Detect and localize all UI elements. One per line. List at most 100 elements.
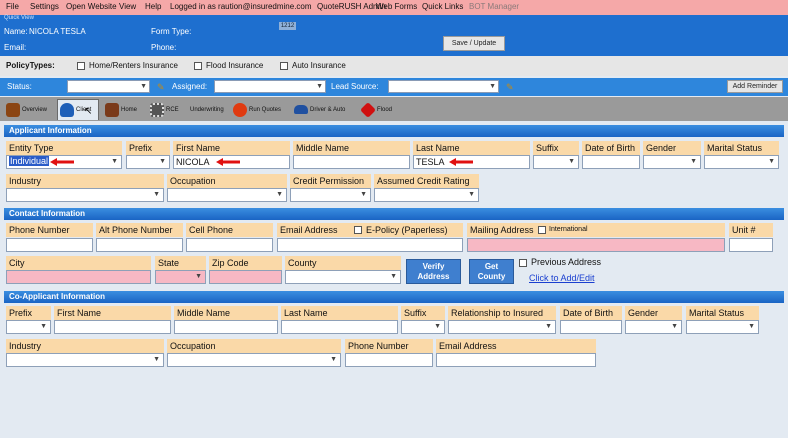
menu-file[interactable]: File: [6, 2, 19, 11]
co-gender-select[interactable]: ▼: [625, 320, 682, 334]
tab-flood[interactable]: Flood: [359, 99, 399, 120]
name-value: NICOLA TESLA: [29, 27, 86, 36]
email-address-label: Email Address: [280, 225, 338, 235]
menu-quick-links[interactable]: Quick Links: [422, 2, 463, 11]
tab-underwriting[interactable]: Underwriting: [188, 99, 228, 120]
city-input[interactable]: [6, 270, 151, 284]
mailing-address-input[interactable]: [467, 238, 725, 252]
co-middle-name-input[interactable]: [174, 320, 278, 334]
click-to-add-edit-link[interactable]: Click to Add/Edit: [529, 273, 595, 283]
tab-strip: Overview Client Home RCE Underwriting Ru…: [0, 97, 788, 121]
state-select[interactable]: ▼: [155, 270, 206, 284]
co-marital-status-select[interactable]: ▼: [686, 320, 759, 334]
co-prefix-select[interactable]: ▼: [6, 320, 51, 334]
home-icon: [105, 102, 119, 117]
co-phone-number-input[interactable]: [345, 353, 433, 367]
county-select[interactable]: ▼: [285, 270, 401, 284]
mailing-address-label: Mailing Address: [470, 225, 534, 235]
assigned-label: Assigned:: [172, 82, 208, 91]
prefix-select[interactable]: ▼: [126, 155, 170, 169]
home-renters-label: Home/Renters Insurance: [89, 61, 178, 70]
rce-icon: [150, 102, 164, 117]
form-type-label: Form Type:: [151, 27, 192, 36]
home-renters-checkbox[interactable]: [77, 62, 85, 70]
co-first-name-input[interactable]: [54, 320, 171, 334]
policy-types-label: PolicyTypes:: [6, 61, 55, 70]
verify-address-button[interactable]: Verify Address: [406, 259, 461, 284]
flood-label: Flood Insurance: [206, 61, 264, 70]
co-dob-input[interactable]: [560, 320, 622, 334]
tab-driver-auto[interactable]: Driver & Auto: [292, 99, 356, 120]
zip-code-input[interactable]: [209, 270, 282, 284]
cell-phone-label: Cell Phone: [186, 223, 273, 237]
cell-phone-input[interactable]: [186, 238, 273, 252]
save-update-button[interactable]: Save / Update: [443, 36, 505, 51]
menu-view[interactable]: View: [119, 2, 136, 11]
tab-overview[interactable]: Overview: [4, 99, 56, 120]
co-suffix-select[interactable]: ▼: [401, 320, 445, 334]
logged-in-text: Logged in as raution@insuredmine.com: [170, 2, 312, 11]
assumed-credit-rating-select[interactable]: ▼: [374, 188, 479, 202]
epolicy-checkbox[interactable]: [354, 226, 362, 234]
tab-run-quotes[interactable]: Run Quotes: [231, 99, 289, 120]
co-first-name-label: First Name: [54, 306, 171, 320]
previous-address-checkbox[interactable]: [519, 259, 527, 267]
suffix-select[interactable]: ▼: [533, 155, 579, 169]
lead-source-label: Lead Source:: [331, 82, 379, 91]
co-marital-status-label: Marital Status: [686, 306, 759, 320]
menu-open-website[interactable]: Open Website: [66, 2, 117, 11]
flood-checkbox[interactable]: [194, 62, 202, 70]
co-industry-label: Industry: [6, 339, 164, 353]
lead-source-select[interactable]: ▼: [388, 80, 499, 93]
menu-web-forms[interactable]: Web Forms: [376, 2, 417, 11]
tab-home[interactable]: Home: [103, 99, 145, 120]
menu-bot-manager: BOT Manager: [469, 2, 520, 11]
co-middle-name-label: Middle Name: [174, 306, 278, 320]
international-label: International: [549, 226, 588, 233]
menu-help[interactable]: Help: [145, 2, 161, 11]
co-email-address-label: Email Address: [436, 339, 596, 353]
co-prefix-label: Prefix: [6, 306, 51, 320]
add-reminder-button[interactable]: Add Reminder: [727, 80, 783, 93]
email-address-input[interactable]: [277, 238, 463, 252]
assigned-select[interactable]: ▼: [214, 80, 326, 93]
credit-permission-label: Credit Permission: [290, 174, 371, 188]
previous-address-label: Previous Address: [531, 257, 602, 267]
co-industry-select[interactable]: ▼: [6, 353, 164, 367]
auto-checkbox[interactable]: [280, 62, 288, 70]
middle-name-input[interactable]: [293, 155, 410, 169]
tab-client[interactable]: Client: [57, 99, 99, 120]
lead-source-edit-pencil-icon[interactable]: ✎: [506, 82, 514, 93]
co-last-name-input[interactable]: [281, 320, 398, 334]
last-name-label: Last Name: [413, 141, 530, 155]
get-county-button[interactable]: Get County: [469, 259, 514, 284]
tab-rce[interactable]: RCE: [148, 99, 186, 120]
quick-view-badge: 1212: [279, 22, 296, 30]
credit-permission-select[interactable]: ▼: [290, 188, 371, 202]
marital-status-select[interactable]: ▼: [704, 155, 779, 169]
dob-label: Date of Birth: [582, 141, 640, 155]
menu-settings[interactable]: Settings: [30, 2, 59, 11]
gender-select[interactable]: ▼: [643, 155, 701, 169]
overview-icon: [6, 102, 20, 117]
status-edit-pencil-icon[interactable]: ✎: [157, 82, 165, 93]
prefix-label: Prefix: [126, 141, 170, 155]
occupation-select[interactable]: ▼: [167, 188, 287, 202]
unit-input[interactable]: [729, 238, 773, 252]
tab-rce-label: RCE: [166, 106, 179, 113]
co-occupation-select[interactable]: ▼: [167, 353, 341, 367]
dob-input[interactable]: [582, 155, 640, 169]
phone-number-input[interactable]: [6, 238, 93, 252]
tab-driver-auto-label: Driver & Auto: [310, 106, 346, 113]
international-checkbox[interactable]: [538, 226, 546, 234]
zip-code-label: Zip Code: [209, 256, 282, 270]
co-applicant-section-header: Co-Applicant Information: [4, 291, 784, 303]
co-relationship-select[interactable]: ▼: [448, 320, 556, 334]
co-gender-label: Gender: [625, 306, 682, 320]
email-label: Email:: [4, 43, 27, 52]
status-select[interactable]: ▼: [67, 80, 150, 93]
industry-select[interactable]: ▼: [6, 188, 164, 202]
status-bar: Status: ▼ ✎ Assigned: ▼ Lead Source: ▼ ✎…: [0, 78, 788, 96]
co-email-address-input[interactable]: [436, 353, 596, 367]
alt-phone-number-input[interactable]: [96, 238, 183, 252]
